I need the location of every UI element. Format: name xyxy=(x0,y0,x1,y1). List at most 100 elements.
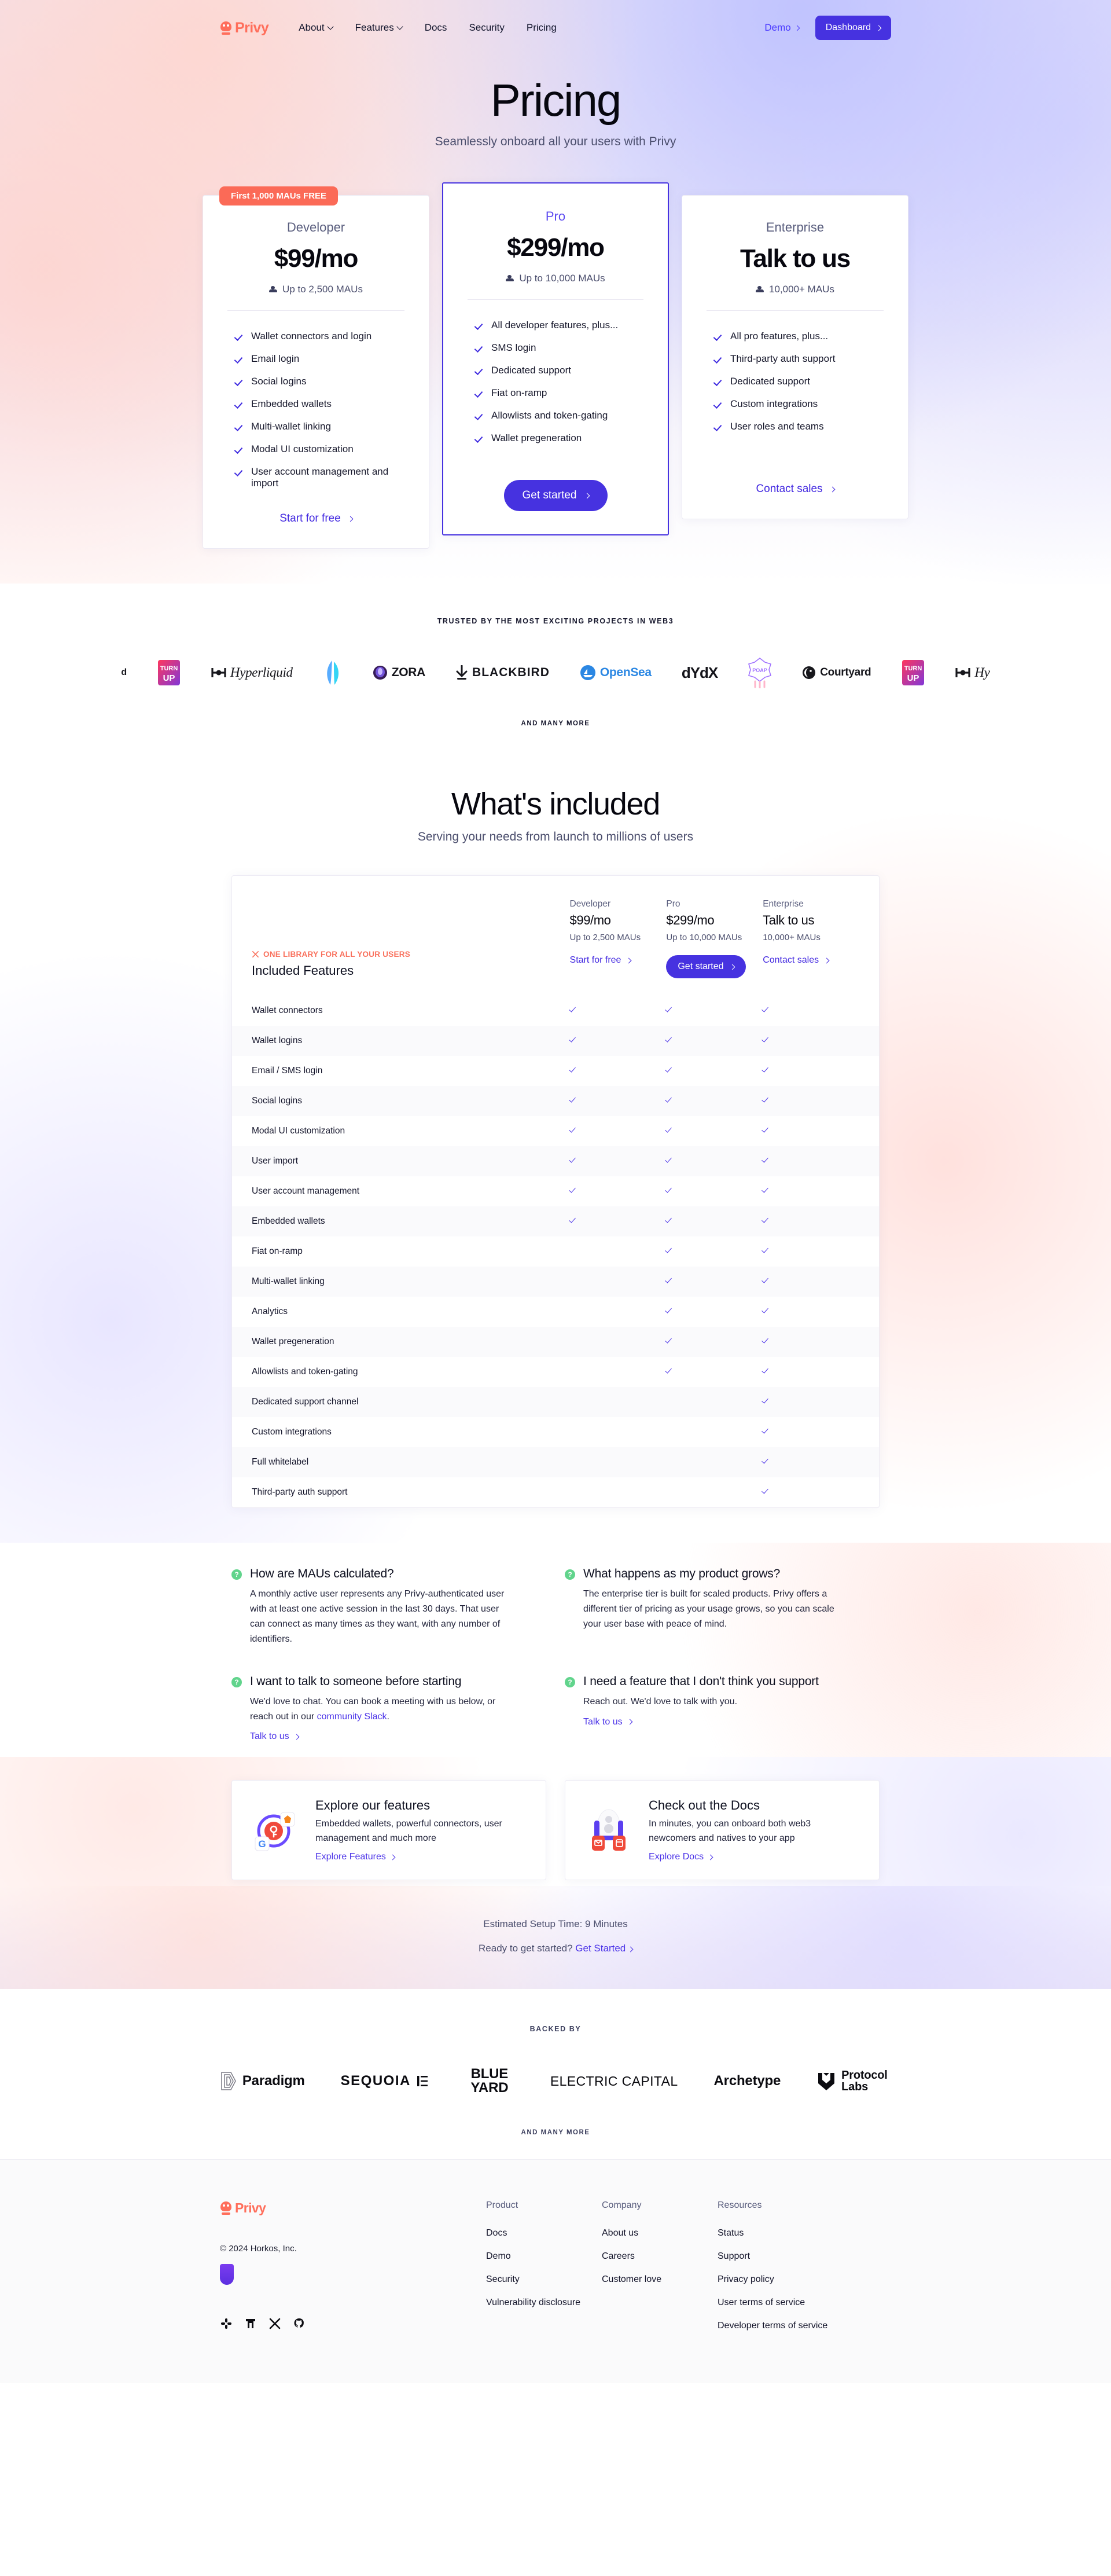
feature-item: Custom integrations xyxy=(715,398,888,410)
check-icon xyxy=(570,1066,577,1073)
footer-brand-wordmark: Privy xyxy=(235,2200,266,2216)
footer-privy-logo[interactable]: Privy xyxy=(220,2200,456,2216)
table-start-for-free-link[interactable]: Start for free xyxy=(570,955,632,966)
faq-answer: Reach out. We'd love to talk with you. xyxy=(583,1696,738,1707)
promo-card-features[interactable]: G Explore our features Embedded wallets,… xyxy=(231,1780,546,1881)
footer-link-about-us[interactable]: About us xyxy=(602,2228,718,2239)
footer-link-careers[interactable]: Careers xyxy=(602,2251,718,2262)
x-icon[interactable] xyxy=(268,2317,281,2330)
dashboard-button[interactable]: Dashboard xyxy=(815,16,891,40)
table-get-started-label: Get started xyxy=(678,962,724,971)
investor-logo-sequoia: SEQUOIA xyxy=(341,2073,429,2089)
check-icon xyxy=(763,1487,770,1495)
table-row: Wallet logins xyxy=(232,1026,879,1056)
farcaster-icon[interactable] xyxy=(244,2317,257,2330)
faq-question: I need a feature that I don't think you … xyxy=(583,1674,819,1688)
nav-item-docs[interactable]: Docs xyxy=(425,22,447,34)
footer-column-links: Status Support Privacy policy User terms… xyxy=(718,2228,856,2331)
table-col-tier: Developer xyxy=(569,899,611,909)
privy-logo[interactable]: Privy xyxy=(220,20,269,36)
start-for-free-link[interactable]: Start for free xyxy=(279,512,354,525)
feature-label: Email login xyxy=(251,353,300,364)
check-icon xyxy=(763,1126,770,1133)
plan-price-pro: $299/mo xyxy=(507,233,605,262)
footer-link-privacy-policy[interactable]: Privacy policy xyxy=(718,2274,856,2285)
check-icon xyxy=(666,1066,673,1073)
table-row-feature-name: User import xyxy=(252,1156,299,1166)
faq-talk-to-us-link[interactable]: Talk to us xyxy=(250,1731,300,1742)
table-row-feature-name: Third-party auth support xyxy=(252,1487,348,1497)
table-cell-pro xyxy=(666,1036,763,1046)
investor-logo-label: Archetype xyxy=(713,2073,781,2089)
social-links xyxy=(220,2317,486,2330)
contact-sales-link[interactable]: Contact sales xyxy=(756,483,836,496)
footer-link-developer-terms[interactable]: Developer terms of service xyxy=(718,2321,856,2331)
partner-logo-label: dYdX xyxy=(681,663,718,681)
table-cell-pro xyxy=(666,1307,763,1317)
table-cell-pro xyxy=(666,1367,763,1377)
check-icon xyxy=(763,1006,770,1013)
table-col-price: Talk to us xyxy=(763,913,815,927)
hyperliquid-mark-icon xyxy=(955,668,970,677)
footer-link-docs[interactable]: Docs xyxy=(486,2228,602,2239)
table-cell-developer xyxy=(570,1186,667,1197)
partner-logo-hyperliquid: Hyperliquid xyxy=(211,665,293,680)
get-started-button[interactable]: Get started xyxy=(503,480,608,511)
explore-docs-link[interactable]: Explore Docs xyxy=(649,1852,713,1862)
slack-icon[interactable] xyxy=(220,2317,233,2330)
footer-link-user-terms[interactable]: User terms of service xyxy=(718,2298,856,2308)
footer-link-vulnerability-disclosure[interactable]: Vulnerability disclosure xyxy=(486,2298,602,2308)
table-cell-developer xyxy=(570,1126,667,1136)
plan-card-developer: First 1,000 MAUs FREE Developer $99/mo U… xyxy=(203,186,429,549)
wallet-connectors-art-icon: G xyxy=(255,1812,295,1851)
chevron-right-icon xyxy=(293,1734,300,1740)
table-body: Wallet connectors Wallet logins Email / SM… xyxy=(232,996,879,1507)
table-row-feature-name: Analytics xyxy=(252,1307,288,1316)
feature-label: Modal UI customization xyxy=(251,443,354,454)
plan-name-developer: Developer xyxy=(286,220,345,234)
table-cell-enterprise xyxy=(763,1156,859,1166)
chevron-right-icon xyxy=(626,957,632,963)
check-icon xyxy=(666,1216,673,1224)
table-col-tier: Enterprise xyxy=(763,899,804,909)
partner-logo-poap: POAP xyxy=(748,657,772,688)
nav-item-features[interactable]: Features xyxy=(355,22,403,34)
plan-name-enterprise: Enterprise xyxy=(766,220,825,234)
footer-link-support[interactable]: Support xyxy=(718,2251,856,2262)
explore-features-link[interactable]: Explore Features xyxy=(315,1852,396,1862)
table-col-pro: Pro $299/mo Up to 10,000 MAUs Get starte… xyxy=(666,899,763,978)
one-library-tag-label: ONE LIBRARY FOR ALL YOUR USERS xyxy=(263,950,411,959)
check-icon xyxy=(570,1216,577,1224)
partner-logo-hyperliquid-partial: Hy xyxy=(955,665,990,680)
chevron-right-icon xyxy=(875,25,882,31)
investor-logo-label: Protocol Labs xyxy=(841,2068,888,2094)
chevron-right-icon xyxy=(823,957,830,963)
footer-link-security[interactable]: Security xyxy=(486,2274,602,2285)
feature-label: Social logins xyxy=(251,376,307,387)
feature-label: User roles and teams xyxy=(730,421,824,432)
investor-logo-label: SEQUOIA xyxy=(340,2073,411,2089)
demo-link[interactable]: Demo xyxy=(764,22,800,34)
feature-label: All developer features, plus... xyxy=(491,320,619,331)
faq-grid: ? How are MAUs calculated? A monthly act… xyxy=(231,1567,880,1742)
question-icon: ? xyxy=(231,1569,242,1580)
partner-logo-zora: ZORA xyxy=(373,665,425,680)
promo-card-docs[interactable]: Check out the Docs In minutes, you can o… xyxy=(565,1780,880,1881)
community-slack-link[interactable]: community Slack xyxy=(317,1712,387,1722)
nav-item-security[interactable]: Security xyxy=(469,22,504,34)
footer-link-customer-love[interactable]: Customer love xyxy=(602,2274,718,2285)
table-get-started-button[interactable]: Get started xyxy=(666,955,746,978)
nav-item-pricing[interactable]: Pricing xyxy=(527,22,557,34)
footer-link-demo[interactable]: Demo xyxy=(486,2251,602,2262)
check-icon xyxy=(715,355,722,363)
plan-features-enterprise: All pro features, plus... Third-party au… xyxy=(702,331,888,432)
faq-talk-to-us-link[interactable]: Talk to us xyxy=(583,1717,633,1727)
footer-column-resources: Resources Status Support Privacy policy … xyxy=(718,2200,856,2331)
table-contact-sales-link[interactable]: Contact sales xyxy=(763,955,830,966)
footer-link-status[interactable]: Status xyxy=(718,2228,856,2239)
github-icon[interactable] xyxy=(293,2317,306,2330)
table-cell-developer xyxy=(570,1156,667,1166)
nav-item-about[interactable]: About xyxy=(299,22,333,34)
table-col-price: $99/mo xyxy=(569,913,611,927)
get-started-link[interactable]: Get Started xyxy=(575,1943,634,1954)
